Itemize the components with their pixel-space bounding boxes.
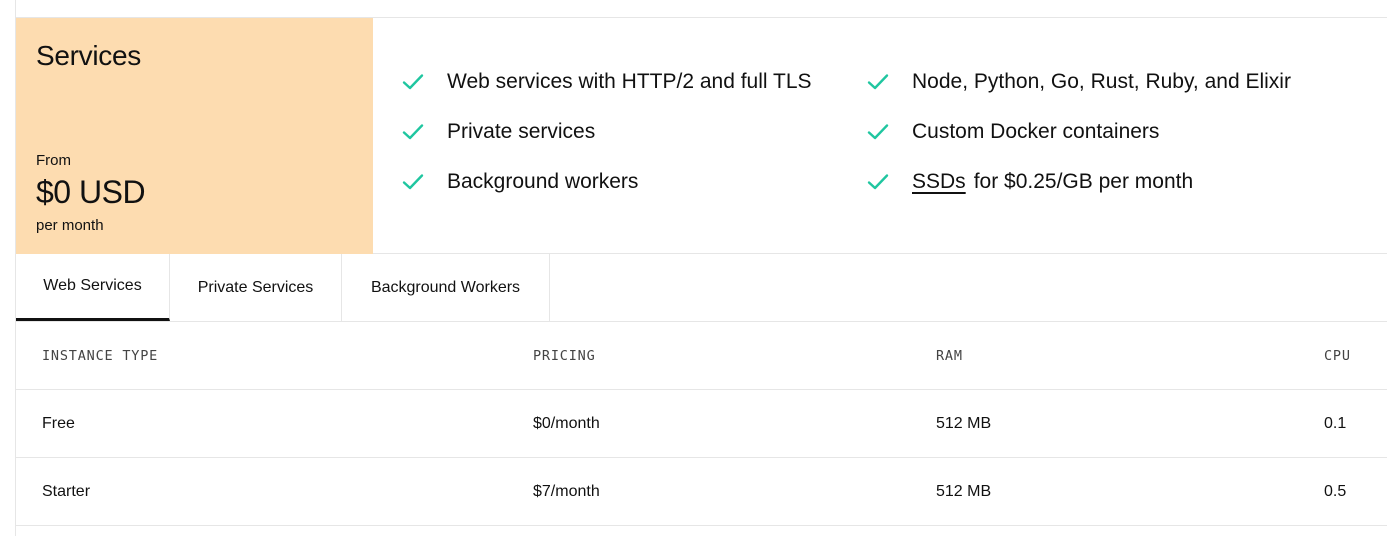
column-header: RAM bbox=[936, 348, 963, 364]
cpu: 0.1 bbox=[1324, 415, 1347, 432]
feature-text: for $0.25/GB per month bbox=[973, 170, 1194, 193]
feature-text: Web services with HTTP/2 and full TLS bbox=[447, 70, 812, 93]
feature-text: Private services bbox=[447, 120, 596, 143]
instance-type: Free bbox=[42, 415, 75, 432]
pricing-section: Services From $0 USD per month Web servi… bbox=[15, 0, 1387, 536]
ram: 512 MB bbox=[936, 483, 992, 500]
column-header: CPU bbox=[1324, 348, 1351, 364]
feature-text: Node, Python, Go, Rust, Ruby, and Elixir bbox=[912, 70, 1291, 93]
price-amount: $0 USD bbox=[36, 174, 146, 210]
tab-private-services[interactable]: Private Services bbox=[170, 254, 342, 321]
price-period: per month bbox=[36, 217, 104, 234]
feature-item: Private services bbox=[401, 120, 595, 144]
feature-item: Background workers bbox=[401, 170, 638, 194]
pricing: $0/month bbox=[533, 415, 600, 432]
feature-text: Background workers bbox=[447, 170, 639, 193]
tab-label: Private Services bbox=[197, 278, 314, 296]
tab-background-workers[interactable]: Background Workers bbox=[342, 254, 550, 321]
feature-item: Web services with HTTP/2 and full TLS bbox=[401, 70, 812, 94]
cpu: 0.5 bbox=[1324, 483, 1347, 500]
feature-item: Node, Python, Go, Rust, Ruby, and Elixir bbox=[866, 70, 1291, 94]
services-overview: Services From $0 USD per month Web servi… bbox=[16, 18, 1387, 254]
instance-type: Starter bbox=[42, 483, 91, 500]
ram: 512 MB bbox=[936, 415, 992, 432]
ssds-link[interactable]: SSDs bbox=[912, 170, 966, 194]
top-divider bbox=[16, 0, 1387, 18]
tab-label: Background Workers bbox=[370, 278, 521, 296]
table-row: Starter $7/month 512 MB 0.5 bbox=[16, 458, 1387, 526]
column-header: INSTANCE TYPE bbox=[42, 348, 159, 364]
tab-label: Web Services bbox=[43, 277, 142, 294]
price-card: Services From $0 USD per month bbox=[16, 18, 373, 254]
feature-item: SSDs for $0.25/GB per month bbox=[866, 170, 1193, 194]
feature-item: Custom Docker containers bbox=[866, 120, 1159, 144]
feature-text: Custom Docker containers bbox=[912, 120, 1160, 143]
card-title: Services bbox=[36, 40, 141, 71]
column-header: PRICING bbox=[533, 348, 596, 364]
check-icon bbox=[866, 170, 890, 194]
instance-tabs: Web Services Private Services Background… bbox=[16, 254, 1387, 322]
price-prefix: From bbox=[36, 152, 71, 169]
pricing: $7/month bbox=[533, 483, 600, 500]
table-header: INSTANCE TYPE PRICING RAM CPU bbox=[16, 322, 1387, 390]
check-icon bbox=[866, 120, 890, 144]
table-row: Free $0/month 512 MB 0.1 bbox=[16, 390, 1387, 458]
check-icon bbox=[401, 70, 425, 94]
tab-web-services[interactable]: Web Services bbox=[16, 254, 170, 321]
check-icon bbox=[401, 170, 425, 194]
check-icon bbox=[866, 70, 890, 94]
check-icon bbox=[401, 120, 425, 144]
